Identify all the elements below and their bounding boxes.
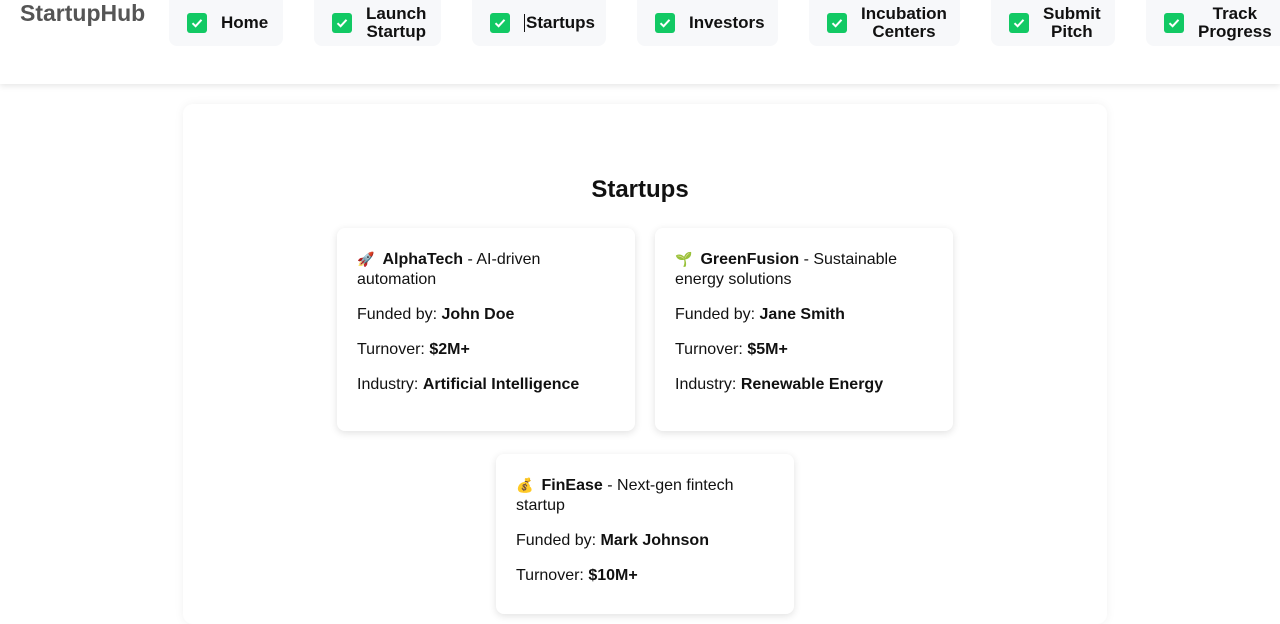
top-header: StartupHub Home Launch Startup Startups …: [0, 0, 1280, 84]
nav-label-line2: Pitch: [1051, 22, 1093, 41]
checkbox-checked-icon[interactable]: [1164, 13, 1184, 33]
turnover-value: $10M+: [588, 567, 638, 584]
funded-by-row: Funded by: Mark Johnson: [516, 532, 709, 549]
nav-item-submit-pitch[interactable]: Submit Pitch: [991, 0, 1115, 46]
funder-name: Jane Smith: [759, 306, 845, 323]
page-title: Startups: [591, 176, 689, 203]
nav-label-line1: Submit: [1043, 4, 1101, 23]
turnover-value: $5M+: [747, 341, 788, 358]
checkbox-checked-icon[interactable]: [827, 13, 847, 33]
turnover-row: Turnover: $2M+: [357, 341, 470, 358]
nav-item-incubation-centers[interactable]: Incubation Centers: [809, 0, 960, 46]
industry-value: Artificial Intelligence: [422, 376, 580, 393]
rocket-icon: 🚀: [357, 252, 375, 268]
startup-heading: 🚀 AlphaTech - AI-driven automation: [357, 250, 615, 289]
text-cursor: [524, 14, 525, 32]
startup-card[interactable]: 🌱 GreenFusion - Sustainable energy soluti…: [655, 228, 953, 431]
nav-label-line2: Progress: [1198, 22, 1272, 41]
nav-label: Investors: [689, 13, 765, 32]
startup-card[interactable]: 🚀 AlphaTech - AI-driven automation Funded…: [337, 228, 635, 431]
nav-label-line1: Track: [1212, 4, 1258, 23]
startup-heading: 💰 FinEase - Next-gen fintech startup: [516, 476, 774, 515]
nav-item-investors[interactable]: Investors: [637, 0, 778, 46]
startup-name: GreenFusion: [700, 251, 800, 268]
turnover-row: Turnover: $5M+: [675, 341, 788, 358]
nav-label: Startups: [526, 13, 595, 32]
funded-by-row: Funded by: John Doe: [357, 306, 515, 323]
brand-logo[interactable]: StartupHub: [20, 0, 145, 27]
nav-label: Home: [221, 13, 269, 32]
startup-card[interactable]: 💰 FinEase - Next-gen fintech startup Fund…: [496, 454, 794, 614]
money-bag-icon: 💰: [516, 478, 534, 494]
nav-item-launch-startup[interactable]: Launch Startup: [314, 0, 441, 46]
industry-row: Industry: Renewable Energy: [675, 376, 884, 393]
funded-by-row: Funded by: Jane Smith: [675, 306, 845, 323]
checkbox-checked-icon[interactable]: [655, 13, 675, 33]
industry-value: Renewable Energy: [740, 376, 884, 393]
checkbox-checked-icon[interactable]: [332, 13, 352, 33]
industry-row: Industry: Artificial Intelligence: [357, 376, 580, 393]
checkbox-checked-icon[interactable]: [187, 13, 207, 33]
nav-label-line2: Startup: [366, 22, 426, 41]
startup-name: AlphaTech: [382, 251, 464, 268]
checkbox-checked-icon[interactable]: [1009, 13, 1029, 33]
turnover-row: Turnover: $10M+: [516, 567, 638, 584]
funder-name: Mark Johnson: [600, 532, 709, 549]
nav-item-home[interactable]: Home: [169, 0, 283, 46]
nav-label-line1: Incubation: [861, 4, 947, 23]
funder-name: John Doe: [441, 306, 515, 323]
seedling-icon: 🌱: [675, 252, 693, 268]
checkbox-checked-icon[interactable]: [490, 13, 510, 33]
nav-label-line2: Centers: [872, 22, 936, 41]
nav-item-track-progress[interactable]: Track Progress: [1146, 0, 1280, 46]
turnover-value: $2M+: [429, 341, 470, 358]
nav-item-startups[interactable]: Startups: [472, 0, 606, 46]
startup-name: FinEase: [541, 477, 603, 494]
nav-label-line1: Launch: [366, 4, 427, 23]
startup-heading: 🌱 GreenFusion - Sustainable energy soluti…: [675, 250, 933, 289]
